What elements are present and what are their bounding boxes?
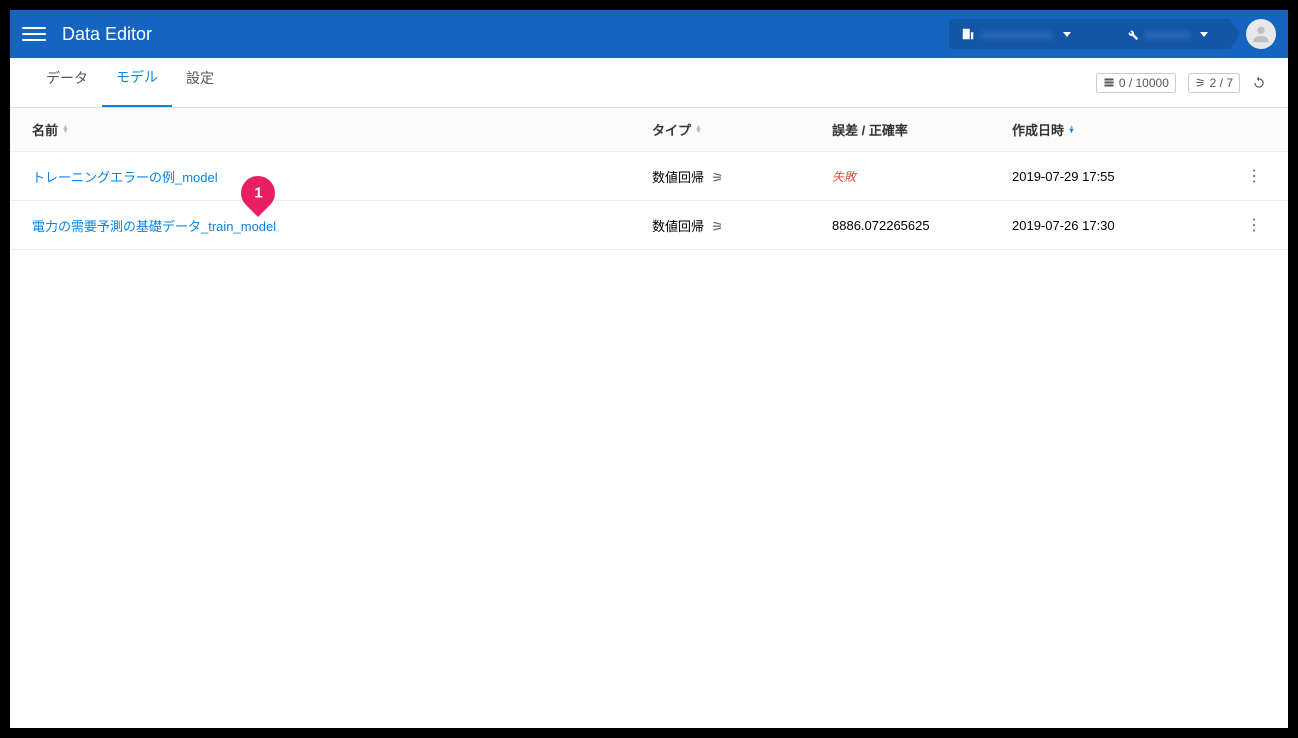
sort-icon: ▲▼ — [1068, 126, 1075, 134]
data-count-text: 0 / 10000 — [1119, 76, 1169, 90]
table-header: 名前 ▲▼ タイプ ▲▼ 誤差 / 正確率 作成日時 ▲▼ — [10, 108, 1288, 152]
app-header: Data Editor xxxxxxxxxxx xxxxxxx — [10, 10, 1288, 58]
header-date[interactable]: 作成日時 ▲▼ — [1012, 120, 1242, 139]
chevron-down-icon — [1063, 32, 1071, 37]
grid-icon — [1103, 77, 1115, 89]
table-row: トレーニングエラーの例_model 数値回帰 ⚞ 失敗 2019-07-29 1… — [10, 152, 1288, 201]
table-row: 電力の需要予測の基礎データ_train_model 数値回帰 ⚞ 8886.07… — [10, 201, 1288, 250]
regression-icon: ⚞ — [712, 170, 724, 186]
model-table: 名前 ▲▼ タイプ ▲▼ 誤差 / 正確率 作成日時 ▲▼ トレーニングエラーの… — [10, 108, 1288, 250]
row-menu-button[interactable]: ⋮ — [1242, 166, 1266, 186]
building-icon — [961, 27, 975, 41]
row-menu-button[interactable]: ⋮ — [1242, 215, 1266, 235]
wrench-icon — [1125, 27, 1139, 41]
tab-data[interactable]: データ — [32, 58, 102, 107]
tab-settings[interactable]: 設定 — [172, 58, 228, 107]
model-date: 2019-07-26 17:30 — [1012, 218, 1115, 233]
model-count-badge: ⚞ 2 / 7 — [1188, 73, 1240, 93]
model-name-link[interactable]: トレーニングエラーの例_model — [32, 170, 218, 185]
header-loss[interactable]: 誤差 / 正確率 — [832, 120, 1012, 139]
model-loss-failed: 失敗 — [832, 170, 856, 184]
status-area: 0 / 10000 ⚞ 2 / 7 — [1096, 73, 1266, 93]
model-icon: ⚞ — [1195, 76, 1206, 90]
tabs-row: データ モデル 設定 0 / 10000 ⚞ 2 / 7 — [10, 58, 1288, 108]
breadcrumb-project[interactable]: xxxxxxx — [1093, 19, 1231, 49]
regression-icon: ⚞ — [712, 219, 724, 235]
model-date: 2019-07-29 17:55 — [1012, 169, 1115, 184]
model-loss: 8886.072265625 — [832, 218, 930, 233]
chevron-down-icon — [1200, 32, 1208, 37]
app-title: Data Editor — [62, 24, 152, 45]
header-name[interactable]: 名前 ▲▼ — [32, 120, 652, 139]
sort-icon: ▲▼ — [62, 126, 69, 134]
avatar[interactable] — [1246, 19, 1276, 49]
model-name-link[interactable]: 電力の需要予測の基礎データ_train_model — [32, 219, 276, 234]
data-count-badge: 0 / 10000 — [1096, 73, 1176, 93]
breadcrumb-project-label: xxxxxxx — [1145, 27, 1191, 42]
annotation-label: 1 — [254, 185, 262, 202]
breadcrumb-org[interactable]: xxxxxxxxxxx — [949, 19, 1093, 49]
refresh-icon[interactable] — [1252, 76, 1266, 90]
tab-model[interactable]: モデル — [102, 58, 172, 107]
model-count-text: 2 / 7 — [1210, 76, 1233, 90]
header-type[interactable]: タイプ ▲▼ — [652, 120, 832, 139]
sort-icon: ▲▼ — [695, 126, 702, 134]
model-type: 数値回帰 — [652, 219, 704, 234]
model-type: 数値回帰 — [652, 170, 704, 185]
breadcrumb-org-label: xxxxxxxxxxx — [981, 27, 1053, 42]
breadcrumb: xxxxxxxxxxx xxxxxxx — [949, 19, 1230, 49]
hamburger-menu-icon[interactable] — [22, 22, 46, 46]
